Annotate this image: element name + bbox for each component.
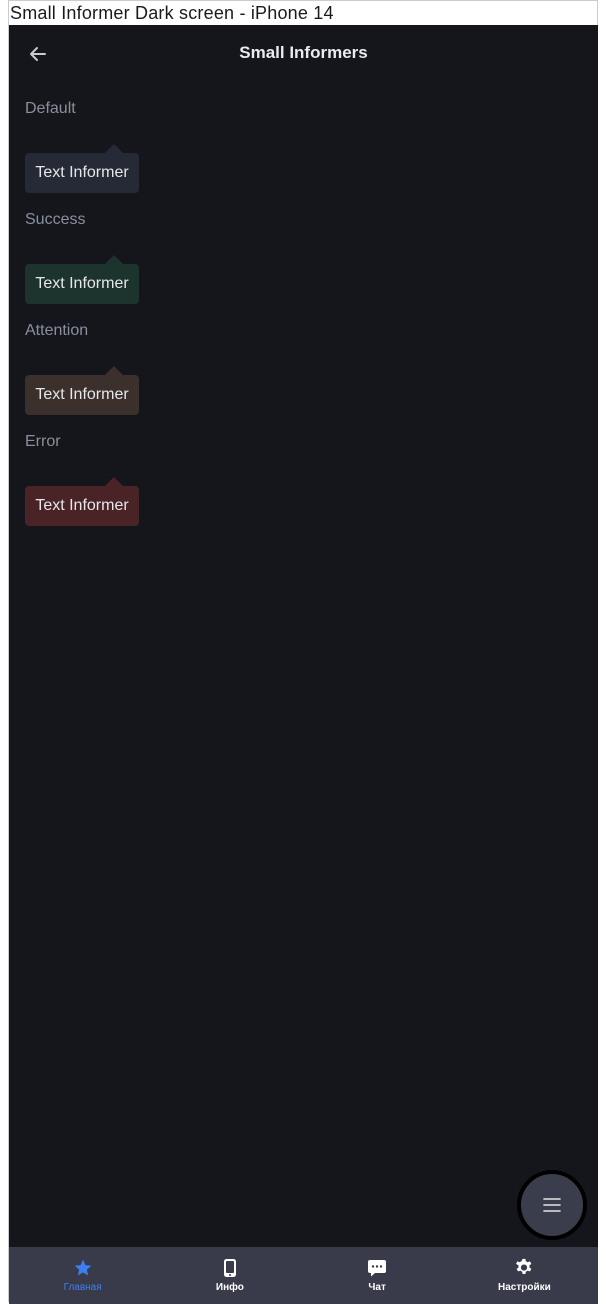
app-screen: Small Informers Default Text Informer Su…	[9, 25, 598, 1304]
informer-text: Text Informer	[35, 497, 129, 514]
navigation-bar: Small Informers	[9, 25, 598, 83]
menu-icon	[543, 1198, 561, 1212]
chat-icon	[368, 1260, 387, 1277]
page-title: Small Informers	[239, 43, 368, 62]
informer-success: Text Informer	[25, 255, 139, 304]
tab-home[interactable]: Главная	[9, 1247, 156, 1304]
informer-attention: Text Informer	[25, 366, 139, 415]
informer-text: Text Informer	[35, 164, 129, 181]
section-label-success: Success	[25, 211, 86, 228]
informer-pointer	[105, 255, 123, 264]
bottom-tab-bar: Главная Инфо Чат Настройки	[9, 1247, 598, 1304]
informer-error: Text Informer	[25, 477, 139, 526]
tab-label: Главная	[63, 1282, 102, 1293]
informer-text: Text Informer	[35, 386, 129, 403]
tab-chat[interactable]: Чат	[304, 1247, 451, 1304]
tab-label: Инфо	[215, 1282, 244, 1293]
informer-pointer	[105, 477, 123, 486]
section-label-attention: Attention	[25, 322, 89, 339]
phone-icon	[223, 1259, 236, 1277]
tab-info[interactable]: Инфо	[156, 1247, 303, 1304]
gear-icon	[516, 1258, 532, 1274]
section-label-default: Default	[25, 100, 76, 117]
informer-pointer	[105, 366, 123, 375]
informer-default: Text Informer	[25, 144, 139, 193]
window-title: Small Informer Dark screen - iPhone 14	[10, 3, 334, 23]
tab-label: Настройки	[497, 1282, 551, 1293]
tab-settings[interactable]: Настройки	[451, 1247, 598, 1304]
informer-text: Text Informer	[35, 275, 129, 292]
informer-pointer	[105, 144, 123, 153]
section-label-error: Error	[25, 433, 61, 450]
tab-label: Чат	[368, 1282, 386, 1293]
menu-fab-button[interactable]	[517, 1170, 587, 1240]
star-icon	[74, 1259, 91, 1276]
